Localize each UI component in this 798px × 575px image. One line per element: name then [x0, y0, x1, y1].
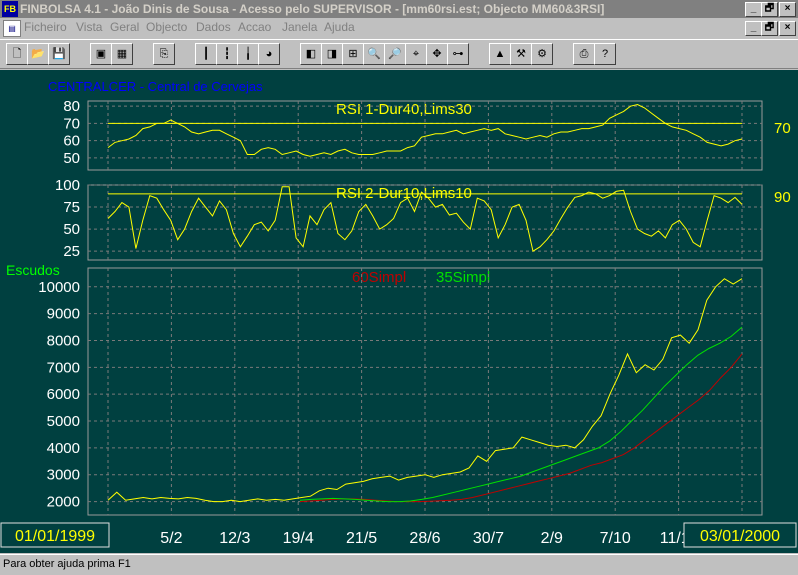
open-icon[interactable]: 📂	[27, 43, 49, 65]
status-text: Para obter ajuda prima F1	[3, 558, 131, 570]
rsi2-tick-1: 75	[63, 199, 80, 216]
chart-title: CENTRALCER - Central de Cervejas	[48, 79, 263, 94]
x-label-5: 28/6	[409, 530, 440, 547]
line-icon[interactable]: ⊶	[447, 43, 469, 65]
mdi-close-button[interactable]: ×	[779, 21, 796, 36]
x-label-10: 03/01/2000	[700, 528, 780, 545]
chart-canvas: CENTRALCER - Central de Cervejas Escudos…	[0, 79, 797, 548]
tools-2-icon[interactable]: ⚙	[531, 43, 553, 65]
zoom-in-icon[interactable]: 🔍	[363, 43, 385, 65]
price-tick-8: 2000	[47, 494, 80, 511]
mdi-minimize-button[interactable]: _	[745, 21, 762, 36]
price-tick-2: 8000	[47, 332, 80, 349]
menu-bar: ▤ Ficheiro Vista Geral Objecto Dados Acc…	[0, 18, 798, 37]
menu-accao[interactable]: Accao	[238, 18, 271, 37]
legend-60simpl: 60Simpl	[352, 269, 406, 286]
scroll-right-icon[interactable]: ◨	[321, 43, 343, 65]
price-tick-1: 9000	[47, 306, 80, 323]
zoom-out-icon[interactable]: 🔎	[384, 43, 406, 65]
pie-icon[interactable]: ◕	[258, 43, 280, 65]
rsi1-tick-3: 50	[63, 150, 80, 167]
bar-chart-2-icon[interactable]: ┇	[216, 43, 238, 65]
bar-chart-icon[interactable]: ┃	[195, 43, 217, 65]
window-icon[interactable]: ▣	[90, 43, 112, 65]
x-label-6: 30/7	[473, 530, 504, 547]
ma35-line	[299, 326, 743, 503]
rsi1-side-value: 70	[774, 120, 791, 137]
x-label-1: 5/2	[160, 530, 182, 547]
print-icon[interactable]: ⎙	[573, 43, 595, 65]
x-label-3: 19/4	[283, 530, 314, 547]
tools-icon[interactable]: ⚒	[510, 43, 532, 65]
menu-ajuda[interactable]: Ajuda	[324, 18, 355, 37]
help-icon[interactable]: ?	[594, 43, 616, 65]
menu-janela[interactable]: Janela	[282, 18, 317, 37]
mdi-restore-button[interactable]: 🗗	[761, 21, 778, 36]
scroll-left-icon[interactable]: ◧	[300, 43, 322, 65]
rsi1-tick-1: 70	[63, 115, 80, 132]
warning-icon[interactable]: ▲	[489, 43, 511, 65]
price-tick-7: 3000	[47, 467, 80, 484]
grid-icon[interactable]: ▦	[111, 43, 133, 65]
restore-button[interactable]: 🗗	[761, 2, 778, 17]
x-label-2: 12/3	[219, 530, 250, 547]
minimize-button[interactable]: _	[745, 2, 762, 17]
menu-vista[interactable]: Vista	[76, 18, 102, 37]
zoom-fit-icon[interactable]: ⊞	[342, 43, 364, 65]
chart-area: CENTRALCER - Central de Cervejas Escudos…	[0, 70, 798, 553]
price-ylabel: Escudos	[6, 262, 60, 278]
status-bar: Para obter ajuda prima F1	[0, 554, 798, 575]
rsi1-title: RSI 1-Dur40,Lims30	[336, 101, 472, 118]
menu-objecto[interactable]: Objecto	[146, 18, 187, 37]
move-icon[interactable]: ✥	[426, 43, 448, 65]
title-bar: FB FINBOLSA 4.1 - João Dinis de Sousa - …	[0, 0, 798, 18]
rsi2-tick-3: 25	[63, 243, 80, 260]
x-label-7: 2/9	[541, 530, 563, 547]
toolbar: 🗋 📂 💾 ▣ ▦ ⎘ ┃ ┇ ╽ ◕ ◧ ◨ ⊞ 🔍 🔎 ⌖ ✥ ⊶ ▲ ⚒ ⚙ ⎙?	[0, 39, 798, 69]
x-label-4: 21/5	[346, 530, 377, 547]
price-tick-5: 5000	[47, 413, 80, 430]
window-title: FINBOLSA 4.1 - João Dinis de Sousa - Ace…	[20, 2, 605, 16]
x-label-0: 01/01/1999	[15, 528, 95, 545]
price-tick-0: 10000	[38, 279, 80, 296]
app-icon: FB	[2, 1, 18, 17]
price-tick-4: 6000	[47, 386, 80, 403]
menu-dados[interactable]: Dados	[196, 18, 231, 37]
bar-chart-3-icon[interactable]: ╽	[237, 43, 259, 65]
rsi2-side-value: 90	[774, 189, 791, 206]
document-icon[interactable]: ▤	[3, 20, 21, 37]
new-icon[interactable]: 🗋	[6, 43, 28, 65]
copy-icon[interactable]: ⎘	[153, 43, 175, 65]
rsi1-tick-2: 60	[63, 133, 80, 150]
price-tick-3: 7000	[47, 359, 80, 376]
crosshair-icon[interactable]: ⌖	[405, 43, 427, 65]
menu-ficheiro[interactable]: Ficheiro	[24, 18, 67, 37]
x-label-8: 7/10	[600, 530, 631, 547]
legend-35simpl: 35Simpl	[436, 269, 490, 286]
rsi2-tick-0: 100	[55, 177, 80, 194]
save-icon[interactable]: 💾	[48, 43, 70, 65]
price-tick-6: 4000	[47, 440, 80, 457]
rsi1-tick-0: 80	[63, 98, 80, 115]
menu-geral[interactable]: Geral	[110, 18, 139, 37]
rsi2-tick-2: 50	[63, 221, 80, 238]
close-button[interactable]: ×	[779, 2, 796, 17]
